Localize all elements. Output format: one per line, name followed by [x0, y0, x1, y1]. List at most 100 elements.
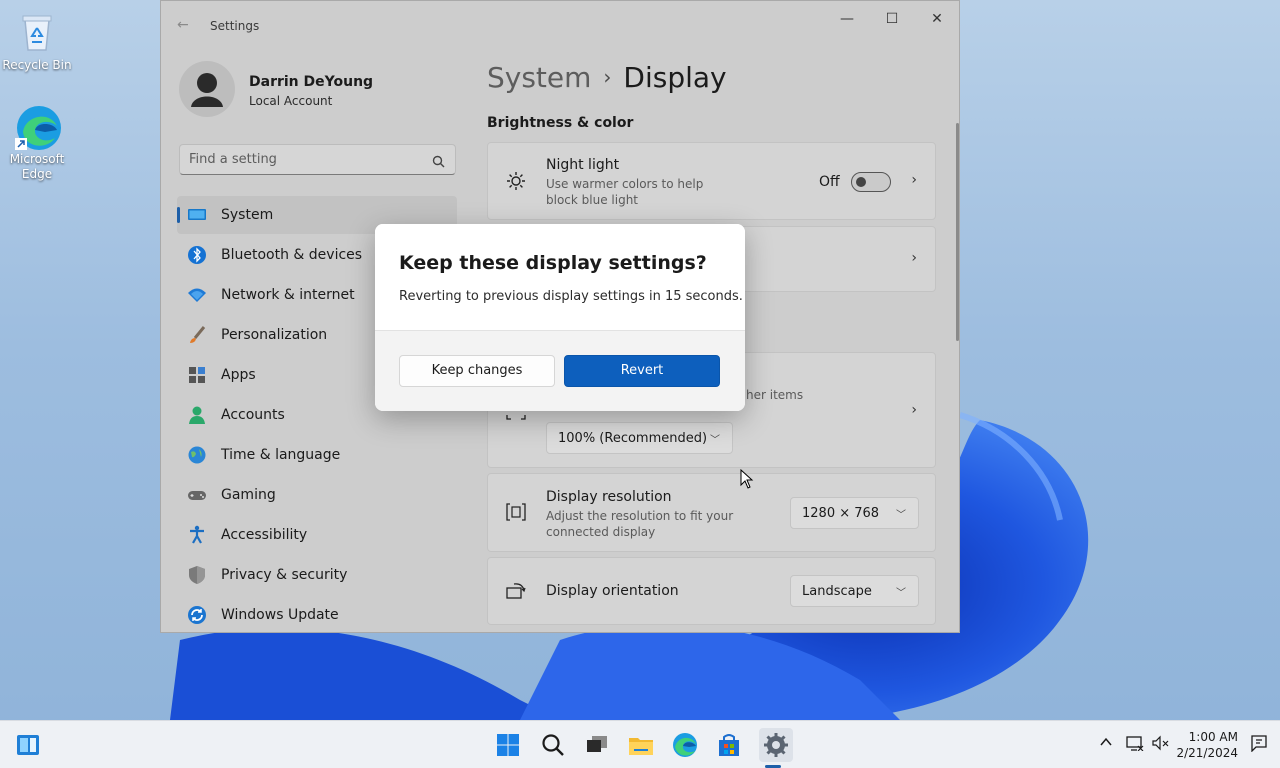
section-heading-brightness: Brightness & color [487, 115, 634, 131]
sidebar-item-label: Bluetooth & devices [221, 247, 363, 263]
resolution-dropdown[interactable]: 1280 × 768 ﹀ [790, 497, 919, 529]
user-profile[interactable]: Darrin DeYoung Local Account [179, 61, 459, 117]
sidebar-item-time-language[interactable]: Time & language [177, 436, 457, 474]
desktop-icon-label: Microsoft Edge [9, 152, 65, 181]
resolution-icon [506, 503, 526, 525]
sidebar-item-label: Gaming [221, 487, 276, 503]
resolution-value: 1280 × 768 [802, 506, 880, 521]
gamepad-icon [187, 485, 207, 505]
sidebar-item-label: Privacy & security [221, 567, 348, 583]
orientation-title: Display orientation [546, 583, 679, 599]
sidebar-item-accessibility[interactable]: Accessibility [177, 516, 457, 554]
minimize-icon[interactable]: — [824, 9, 870, 29]
search-input[interactable]: Find a setting [179, 144, 456, 175]
sidebar-item-label: System [221, 207, 274, 223]
chevron-right-icon: › [911, 250, 917, 266]
orientation-card: Display orientation Landscape ﹀ [487, 557, 936, 625]
update-icon [187, 605, 207, 625]
sidebar-item-windows-update[interactable]: Windows Update [177, 596, 457, 632]
dialog-message: Reverting to previous display settings i… [399, 289, 743, 304]
scale-value: 100% (Recommended) [558, 431, 708, 446]
sidebar-item-label: Network & internet [221, 287, 355, 303]
orientation-dropdown[interactable]: Landscape ﹀ [790, 575, 919, 607]
sidebar-item-label: Accessibility [221, 527, 308, 543]
start-icon[interactable] [494, 731, 522, 759]
task-view-icon[interactable] [583, 731, 611, 759]
sidebar-item-label: Personalization [221, 327, 328, 343]
dialog-body: Keep these display settings? Reverting t… [375, 224, 745, 330]
scale-description-fragment: her items [746, 388, 804, 402]
resolution-description: Adjust the resolution to fit your connec… [546, 509, 734, 539]
chevron-down-icon: ﹀ [896, 510, 906, 521]
accounts-icon [187, 405, 207, 425]
sidebar-item-label: Time & language [221, 447, 341, 463]
edge-icon[interactable] [671, 731, 699, 759]
desktop-icon-recycle-bin[interactable]: Recycle Bin [1, 10, 73, 73]
sidebar-item-privacy-security[interactable]: Privacy & security [177, 556, 457, 594]
mouse-cursor-icon [740, 468, 754, 493]
user-name: Darrin DeYoung [249, 74, 374, 90]
chevron-right-icon: › [911, 402, 917, 418]
night-light-toggle[interactable] [851, 172, 891, 192]
account-type: Local Account [249, 94, 333, 108]
settings-icon[interactable] [759, 728, 793, 762]
chevron-up-icon[interactable] [1099, 735, 1113, 753]
dialog-title: Keep these display settings? [399, 252, 707, 274]
window-title: Settings [210, 19, 260, 33]
accessibility-icon [187, 525, 207, 545]
store-icon[interactable] [715, 731, 743, 759]
breadcrumb-system[interactable]: System [487, 61, 591, 94]
scrollbar[interactable] [956, 123, 959, 341]
active-indicator [177, 207, 180, 223]
clock-date: 2/21/2024 [1176, 746, 1238, 760]
orientation-icon [506, 582, 526, 604]
recycle-bin-icon [15, 10, 59, 54]
brush-icon [187, 325, 207, 345]
network-icon [187, 285, 207, 305]
widgets-icon[interactable] [14, 731, 42, 759]
resolution-card: Display resolution Adjust the resolution… [487, 473, 936, 552]
keep-changes-button[interactable]: Keep changes [399, 355, 555, 387]
breadcrumb-separator: › [603, 65, 612, 89]
system-icon [187, 205, 207, 225]
sidebar-item-label: Apps [221, 367, 256, 383]
chevron-down-icon: ﹀ [896, 588, 906, 599]
orientation-value: Landscape [802, 584, 872, 599]
system-clock[interactable]: 1:00 AM 2/21/2024 [1176, 729, 1238, 761]
night-light-title: Night light [546, 157, 620, 173]
desktop-icon-edge[interactable]: Microsoft Edge [1, 104, 73, 182]
apps-icon [187, 365, 207, 385]
notification-icon[interactable] [1250, 734, 1268, 756]
file-explorer-icon[interactable] [627, 731, 655, 759]
revert-button[interactable]: Revert [564, 355, 720, 387]
globe-icon [187, 445, 207, 465]
edge-icon [15, 104, 61, 150]
close-icon[interactable]: ✕ [914, 9, 959, 29]
taskbar: 1:00 AM 2/21/2024 [0, 720, 1280, 768]
night-light-card[interactable]: Night light Use warmer colors to help bl… [487, 142, 936, 220]
sidebar-item-label: Accounts [221, 407, 285, 423]
scale-dropdown[interactable]: 100% (Recommended) ﹀ [546, 422, 733, 454]
back-arrow-icon[interactable]: ← [177, 17, 189, 33]
bluetooth-icon [187, 245, 207, 265]
title-bar: ← Settings — ☐ ✕ [161, 1, 959, 51]
dialog-footer: Keep changes Revert [375, 330, 745, 411]
sidebar-item-gaming[interactable]: Gaming [177, 476, 457, 514]
keep-settings-dialog: Keep these display settings? Reverting t… [375, 224, 745, 411]
night-light-description: Use warmer colors to help block blue lig… [546, 177, 704, 207]
chevron-right-icon: › [911, 172, 917, 188]
desktop-icon-label: Recycle Bin [2, 58, 72, 72]
search-icon[interactable] [539, 731, 567, 759]
night-light-state: Off [819, 174, 840, 190]
breadcrumb: System › Display [487, 61, 727, 94]
page-title: Display [623, 61, 727, 94]
chevron-down-icon: ﹀ [710, 435, 720, 446]
avatar [179, 61, 235, 117]
shield-icon [187, 565, 207, 585]
sun-icon [506, 171, 526, 195]
sidebar-item-label: Windows Update [221, 607, 339, 623]
search-icon [432, 153, 445, 172]
maximize-icon[interactable]: ☐ [869, 9, 915, 29]
network-status-icon[interactable] [1126, 735, 1144, 755]
volume-muted-icon[interactable] [1152, 735, 1170, 755]
